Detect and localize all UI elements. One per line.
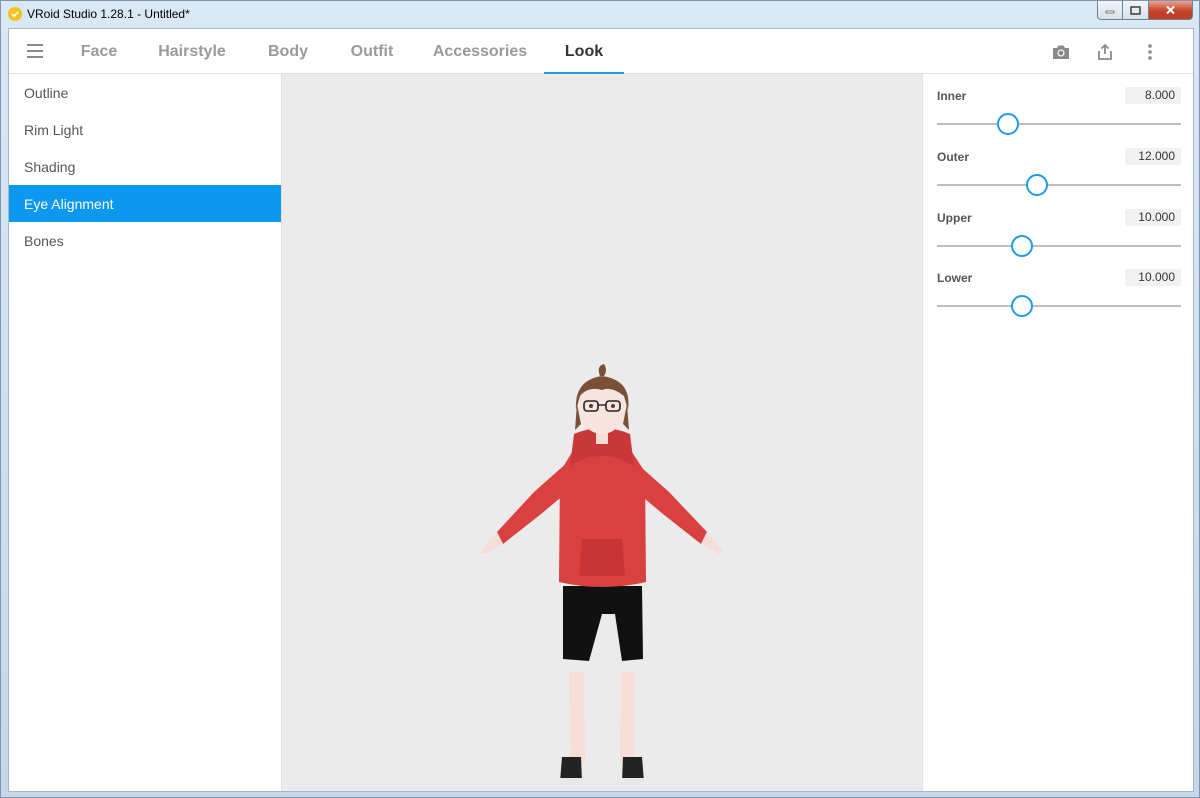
app-window: VRoid Studio 1.28.1 - Untitled* Face Hai…: [0, 0, 1200, 798]
slider-thumb[interactable]: [1026, 174, 1049, 196]
slider-track[interactable]: [937, 245, 1181, 247]
menu-item-bones[interactable]: Bones: [9, 222, 281, 259]
look-category-list: Outline Rim Light Shading Eye Alignment …: [9, 74, 282, 791]
window-title: VRoid Studio 1.28.1 - Untitled*: [27, 7, 190, 21]
top-app-bar: Face Hairstyle Body Outfit Accessories L…: [9, 29, 1193, 75]
vroid-logo-icon: [8, 7, 22, 21]
slider-inner: Inner 8.000: [937, 82, 1181, 142]
share-icon[interactable]: [1094, 41, 1116, 63]
tab-accessories[interactable]: Accessories: [418, 29, 542, 74]
slider-outer: Outer 12.000: [937, 143, 1181, 203]
slider-track[interactable]: [937, 305, 1181, 307]
slider-value-input[interactable]: 8.000: [1125, 87, 1181, 104]
menu-item-eye-alignment[interactable]: Eye Alignment: [9, 185, 281, 222]
tab-outfit[interactable]: Outfit: [326, 29, 418, 74]
slider-lower: Lower 10.000: [937, 264, 1181, 324]
tab-hairstyle[interactable]: Hairstyle: [134, 29, 250, 74]
slider-label: Lower: [937, 271, 973, 285]
close-icon: [1166, 5, 1175, 15]
tab-face[interactable]: Face: [64, 29, 134, 74]
avatar-model: [480, 364, 724, 783]
minimize-button[interactable]: [1097, 1, 1123, 20]
slider-track[interactable]: [937, 184, 1181, 186]
3d-viewport[interactable]: [282, 74, 922, 791]
slider-track[interactable]: [937, 123, 1181, 125]
slider-value-input[interactable]: 10.000: [1125, 209, 1181, 226]
app-client-area: Face Hairstyle Body Outfit Accessories L…: [8, 28, 1194, 792]
window-controls: [1097, 1, 1193, 20]
title-bar[interactable]: VRoid Studio 1.28.1 - Untitled*: [1, 1, 1199, 27]
maximize-button[interactable]: [1123, 1, 1149, 20]
more-vert-icon[interactable]: [1139, 41, 1161, 63]
slider-thumb[interactable]: [996, 113, 1019, 135]
main-tabs: Face Hairstyle Body Outfit Accessories L…: [64, 29, 624, 75]
menu-item-shading[interactable]: Shading: [9, 148, 281, 185]
menu-item-rim-light[interactable]: Rim Light: [9, 111, 281, 148]
slider-label: Outer: [937, 150, 970, 164]
slider-value-input[interactable]: 12.000: [1125, 148, 1181, 165]
slider-thumb[interactable]: [1011, 235, 1034, 257]
slider-label: Inner: [937, 89, 967, 103]
menu-icon[interactable]: [27, 44, 43, 58]
minimize-icon: [1105, 10, 1115, 14]
slider-label: Upper: [937, 211, 972, 225]
slider-upper: Upper 10.000: [937, 204, 1181, 264]
tab-body[interactable]: Body: [250, 29, 326, 74]
eye-alignment-properties: Inner 8.000 Outer 12.000 Upper 10.000 Lo…: [922, 74, 1193, 791]
camera-icon[interactable]: [1050, 41, 1072, 63]
restore-icon: [1130, 5, 1141, 15]
close-button[interactable]: [1149, 1, 1193, 20]
slider-thumb[interactable]: [1011, 295, 1034, 317]
tab-look[interactable]: Look: [544, 29, 624, 75]
slider-value-input[interactable]: 10.000: [1125, 269, 1181, 286]
menu-item-outline[interactable]: Outline: [9, 74, 281, 111]
